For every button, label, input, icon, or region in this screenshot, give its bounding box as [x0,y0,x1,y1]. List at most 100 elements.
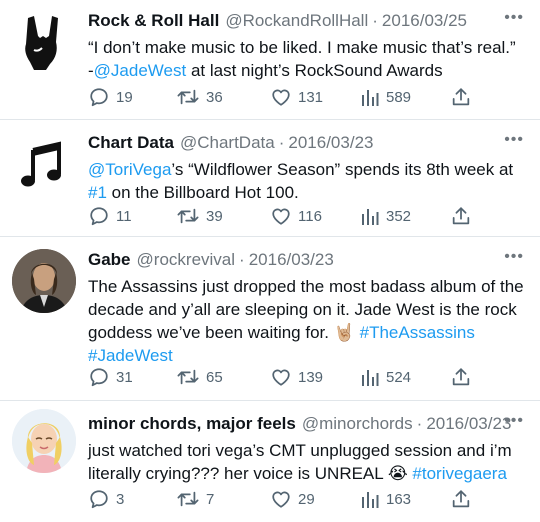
tweet-date[interactable]: 2016/03/23 [249,249,334,271]
retweet-button[interactable]: 65 [176,366,223,388]
reply-icon [88,488,110,510]
retweet-count: 36 [206,88,223,106]
tweet-text-segment: ’s “Wildflower Season” spends its 8th we… [171,160,514,179]
like-button[interactable]: 139 [270,366,323,388]
reply-button[interactable]: 11 [88,205,132,227]
tweet[interactable]: Gabe @rockrevival · 2016/03/23 ••• The A… [0,237,540,401]
analytics-icon [360,86,380,108]
like-button[interactable]: 131 [270,86,323,108]
views-button[interactable]: 352 [360,205,411,227]
tweet-text: just watched tori vega’s CMT unplugged s… [88,439,526,485]
retweet-icon [176,366,200,388]
tweet-text: The Assassins just dropped the most bada… [88,275,526,367]
tweet-text-segment: at last night’s RockSound Awards [186,61,443,80]
share-button[interactable] [450,366,472,388]
retweet-icon [176,488,200,510]
separator-dot: · [372,11,378,30]
tweet-actions: 11 39 116 352 [88,203,526,229]
tweet-link[interactable]: #TheAssassins [360,323,475,342]
like-count: 116 [298,207,322,225]
views-button[interactable]: 589 [360,86,411,108]
author-handle[interactable]: @ChartData [180,132,275,154]
tweet[interactable]: Chart Data @ChartData · 2016/03/23 ••• @… [0,120,540,237]
cartoon-avatar[interactable] [12,409,76,473]
tweet-text-segment: on the Billboard Hot 100. [106,183,299,202]
tweet-date[interactable]: 2016/03/23 [426,413,511,435]
tweet-link[interactable]: #JadeWest [88,346,173,365]
reply-button[interactable]: 31 [88,366,133,388]
retweet-button[interactable]: 39 [176,205,223,227]
tweet-date[interactable]: 2016/03/25 [382,10,467,32]
tweet-actions: 31 65 139 524 [88,364,526,390]
tweet-actions: 3 7 29 163 [88,486,526,512]
reply-count: 19 [116,88,133,106]
retweet-count: 7 [206,490,215,508]
share-button[interactable] [450,488,472,510]
like-count: 131 [298,88,324,106]
more-options-icon[interactable]: ••• [504,9,524,27]
views-button[interactable]: 163 [360,488,411,510]
retweet-button[interactable]: 7 [176,488,214,510]
timeline-feed: Rock & Roll Hall @RockandRollHall · 2016… [0,0,540,522]
tweet-link[interactable]: #1 [88,183,107,202]
retweet-count: 65 [206,368,223,386]
reply-button[interactable]: 3 [88,488,124,510]
share-icon [450,366,472,388]
tweet-text: @ToriVega’s “Wildflower Season” spends i… [88,158,526,204]
author-handle[interactable]: @minorchords [302,413,413,435]
reply-count: 11 [116,207,132,225]
author-name[interactable]: Rock & Roll Hall [88,10,219,32]
tweet-link[interactable]: @ToriVega [88,160,171,179]
view-count: 163 [386,490,412,508]
reply-count: 3 [116,490,125,508]
tweet[interactable]: Rock & Roll Hall @RockandRollHall · 2016… [0,0,540,120]
analytics-icon [360,366,380,388]
heart-icon [270,205,292,227]
analytics-icon [360,205,380,227]
like-button[interactable]: 116 [270,205,322,227]
like-count: 139 [298,368,324,386]
more-options-icon[interactable]: ••• [504,412,524,430]
author-handle[interactable]: @rockrevival [137,249,236,271]
share-button[interactable] [450,205,472,227]
music-note-icon[interactable] [12,132,76,196]
tweet-link[interactable]: @JadeWest [94,61,187,80]
heart-icon [270,86,292,108]
retweet-button[interactable]: 36 [176,86,223,108]
tweet-text: “I don’t make music to be liked. I make … [88,36,526,82]
tweet-actions: 19 36 131 589 [88,84,526,110]
reply-icon [88,205,110,227]
tweet-link[interactable]: #torivegaera [412,464,507,483]
heart-icon [270,366,292,388]
view-count: 524 [386,368,412,386]
author-name[interactable]: minor chords, major feels [88,413,296,435]
separator-dot: · [278,133,285,152]
author-name[interactable]: Chart Data [88,132,174,154]
separator-dot: · [416,414,423,433]
more-options-icon[interactable]: ••• [504,248,524,266]
like-count: 29 [298,490,315,508]
heart-icon [270,488,292,510]
reply-button[interactable]: 19 [88,86,133,108]
views-button[interactable]: 524 [360,366,411,388]
tweet-date[interactable]: 2016/03/23 [288,132,373,154]
profile-photo[interactable] [12,249,76,313]
reply-count: 31 [116,368,133,386]
share-icon [450,488,472,510]
author-name[interactable]: Gabe [88,249,131,271]
separator-dot: · [239,250,245,269]
share-icon [450,86,472,108]
like-button[interactable]: 29 [270,488,315,510]
analytics-icon [360,488,380,510]
author-handle[interactable]: @RockandRollHall [225,10,368,32]
tweet[interactable]: minor chords, major feels @minorchords ·… [0,401,540,522]
retweet-icon [176,205,200,227]
more-options-icon[interactable]: ••• [504,131,524,149]
share-icon [450,205,472,227]
retweet-count: 39 [206,207,223,225]
retweet-icon [176,86,200,108]
rock-hand-icon[interactable] [12,10,76,74]
view-count: 352 [386,207,412,225]
reply-icon [88,366,110,388]
share-button[interactable] [450,86,472,108]
